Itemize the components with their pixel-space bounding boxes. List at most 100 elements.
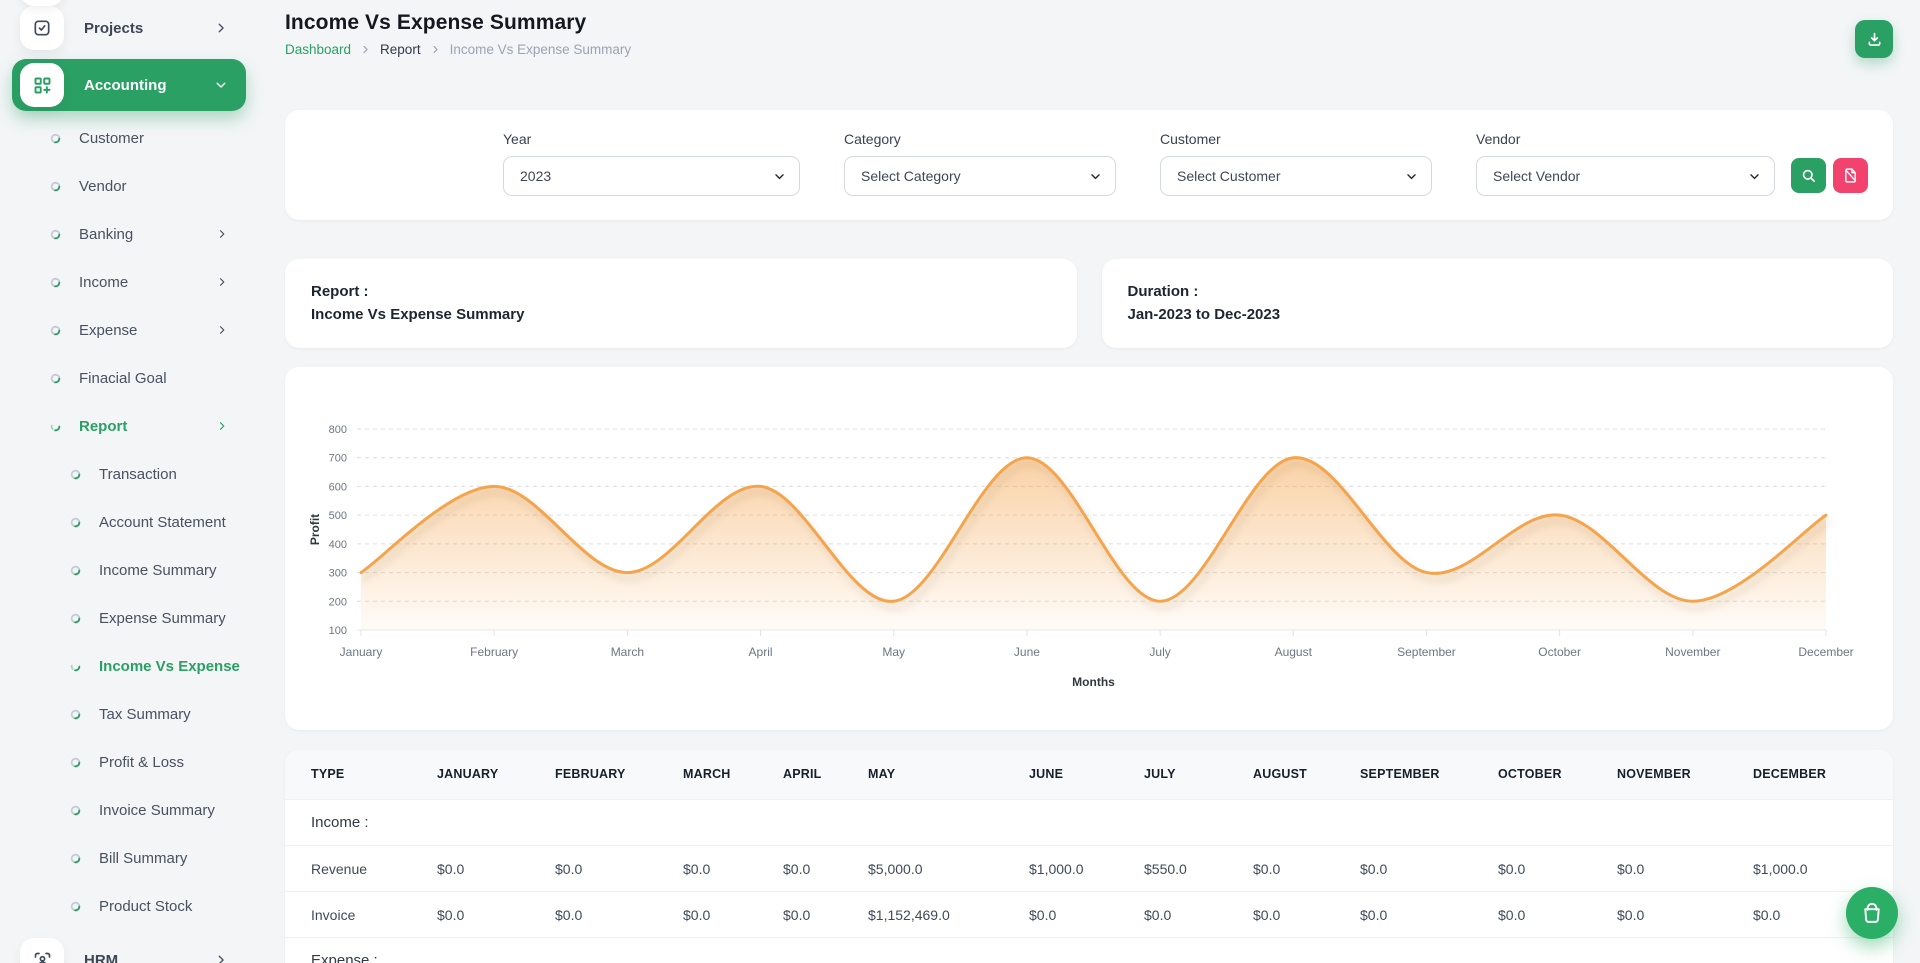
bullet-dot-icon [70, 565, 81, 576]
sidebar-item-customer[interactable]: Customer [12, 114, 246, 162]
sidebar-item-vendor[interactable]: Vendor [12, 162, 246, 210]
bullet-dot-icon [70, 613, 81, 624]
sidebar-item-label: Income [79, 274, 128, 291]
hrm-scan-icon [20, 938, 64, 963]
revenue-january: $0.0 [411, 846, 529, 892]
chevron-right-icon [216, 420, 228, 432]
sidebar-item-profit-loss[interactable]: Profit & Loss [12, 738, 246, 786]
bullet-dot-icon [70, 853, 81, 864]
chevron-down-icon [1405, 170, 1418, 183]
report-card-value: Income Vs Expense Summary [311, 303, 1051, 326]
sidebar-item-banking[interactable]: Banking [12, 210, 246, 258]
sidebar-item-hrm[interactable]: HRM [12, 930, 246, 963]
sidebar-item-label: Account Statement [99, 514, 226, 531]
sidebar-item-label: Product Stock [99, 898, 192, 915]
category-label: Category [844, 131, 1116, 147]
invoice-november: $0.0 [1591, 892, 1727, 938]
revenue-november: $0.0 [1591, 846, 1727, 892]
invoice-september: $0.0 [1334, 892, 1472, 938]
revenue-october: $0.0 [1472, 846, 1591, 892]
revenue-row: Revenue $0.0 $0.0 $0.0 $0.0 $5,000.0 $1,… [285, 846, 1893, 892]
sidebar-item-income[interactable]: Income [12, 258, 246, 306]
svg-text:100: 100 [329, 625, 347, 637]
sidebar-item-label: Income Summary [99, 562, 217, 579]
bullet-dot-icon [50, 325, 61, 336]
accounting-grid-icon [20, 63, 64, 107]
sidebar-item-income-vs-expense[interactable]: Income Vs Expense [12, 642, 246, 690]
summary-cards-row: Report : Income Vs Expense Summary Durat… [285, 259, 1893, 348]
sidebar: Projects Accounting Customer Vendor [0, 0, 258, 963]
download-button[interactable] [1855, 20, 1893, 58]
vendor-select-value: Select Vendor [1493, 168, 1580, 184]
breadcrumb-report-link[interactable]: Report [380, 42, 421, 57]
sidebar-item-product-stock[interactable]: Product Stock [12, 882, 246, 930]
sidebar-item-label: Customer [79, 130, 144, 147]
year-field: Year 2023 [503, 131, 800, 196]
sidebar-item-income-summary[interactable]: Income Summary [12, 546, 246, 594]
svg-text:July: July [1149, 645, 1170, 659]
revenue-april: $0.0 [757, 846, 842, 892]
bullet-dot-icon [50, 277, 61, 288]
sidebar-item-label: Transaction [99, 466, 177, 483]
sidebar-item-accounting[interactable]: Accounting [12, 59, 246, 111]
invoice-january: $0.0 [411, 892, 529, 938]
bullet-dot-icon [70, 661, 81, 672]
sidebar-item-report[interactable]: Report [12, 402, 246, 450]
invoice-row: Invoice $0.0 $0.0 $0.0 $0.0 $1,152,469.0… [285, 892, 1893, 938]
bullet-dot-icon [50, 133, 61, 144]
sidebar-item-label: Bill Summary [99, 850, 187, 867]
invoice-july: $0.0 [1118, 892, 1227, 938]
svg-text:January: January [340, 645, 383, 659]
sidebar-item-expense[interactable]: Expense [12, 306, 246, 354]
customer-label: Customer [1160, 131, 1432, 147]
svg-text:December: December [1798, 645, 1853, 659]
year-select[interactable]: 2023 [503, 156, 800, 196]
sidebar-item-label: Vendor [79, 178, 127, 195]
invoice-march: $0.0 [657, 892, 757, 938]
filter-card: Year 2023 Category Select Category Custo… [285, 110, 1893, 220]
svg-text:August: August [1275, 645, 1313, 659]
bullet-dot-icon [70, 469, 81, 480]
svg-text:200: 200 [329, 596, 347, 608]
sidebar-item-label: Report [79, 418, 127, 435]
sidebar-item-invoice-summary[interactable]: Invoice Summary [12, 786, 246, 834]
accounting-submenu: Customer Vendor Banking Income Expense [12, 114, 246, 930]
bullet-dot-icon [70, 517, 81, 528]
vendor-select[interactable]: Select Vendor [1476, 156, 1775, 196]
sidebar-item-label: Income Vs Expense [99, 658, 240, 675]
bullet-dot-icon [50, 373, 61, 384]
sidebar-item-account-statement[interactable]: Account Statement [12, 498, 246, 546]
floating-cart-button[interactable] [1846, 887, 1898, 939]
sidebar-item-label: Banking [79, 226, 133, 243]
chevron-right-icon [214, 953, 228, 963]
sidebar-item-finacial-goal[interactable]: Finacial Goal [12, 354, 246, 402]
page-header: Income Vs Expense Summary Dashboard Repo… [285, 11, 1893, 57]
breadcrumb: Dashboard Report Income Vs Expense Summa… [285, 42, 1893, 57]
svg-text:300: 300 [329, 567, 347, 579]
category-select-value: Select Category [861, 168, 961, 184]
file-x-icon [1842, 167, 1859, 184]
svg-text:September: September [1397, 645, 1456, 659]
chevron-down-icon [773, 170, 786, 183]
year-label: Year [503, 131, 800, 147]
sidebar-item-projects[interactable]: Projects [12, 2, 246, 54]
invoice-october: $0.0 [1472, 892, 1591, 938]
bullet-dot-icon [50, 421, 61, 432]
invoice-april: $0.0 [757, 892, 842, 938]
sidebar-item-bill-summary[interactable]: Bill Summary [12, 834, 246, 882]
col-january: JANUARY [411, 750, 529, 800]
sidebar-item-tax-summary[interactable]: Tax Summary [12, 690, 246, 738]
sidebar-item-label: Tax Summary [99, 706, 191, 723]
col-type: TYPE [285, 750, 411, 800]
chevron-right-icon [216, 324, 228, 336]
sidebar-item-transaction[interactable]: Transaction [12, 450, 246, 498]
search-button[interactable] [1791, 158, 1826, 193]
reset-filter-button[interactable] [1833, 158, 1868, 193]
sidebar-item-expense-summary[interactable]: Expense Summary [12, 594, 246, 642]
download-icon [1865, 30, 1884, 49]
year-select-value: 2023 [520, 168, 551, 184]
income-expense-table: TYPE JANUARY FEBRUARY MARCH APRIL MAY JU… [285, 750, 1893, 963]
category-select[interactable]: Select Category [844, 156, 1116, 196]
customer-select[interactable]: Select Customer [1160, 156, 1432, 196]
breadcrumb-dashboard-link[interactable]: Dashboard [285, 42, 351, 57]
